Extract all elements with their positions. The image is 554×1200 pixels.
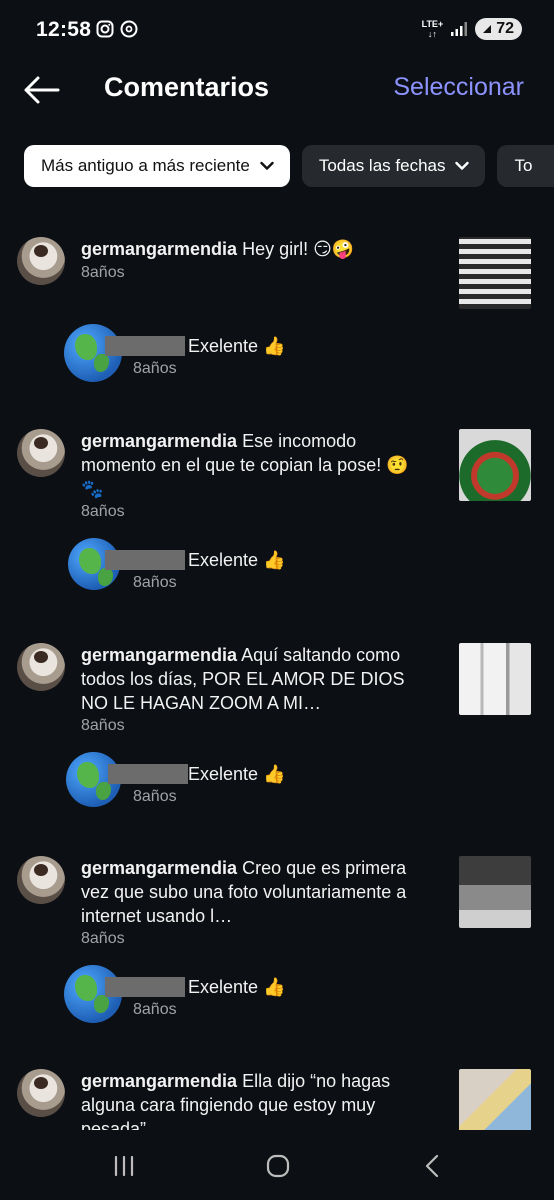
redacted-username [105,550,185,570]
page-title: Comentarios [104,72,270,102]
author-filter[interactable]: To [497,145,554,187]
comment-age: 8años [81,503,125,520]
back-arrow-icon[interactable] [22,74,60,106]
reply-text: Exelente 👍 [188,550,286,570]
comment-username[interactable]: germangarmendia [81,858,237,878]
avatar[interactable] [17,856,65,904]
avatar[interactable] [17,237,65,285]
reply-text: Exelente 👍 [188,764,286,784]
home-icon[interactable] [266,1154,290,1178]
reply-age: 8años [133,574,177,591]
comment-text: germangarmendia Aquí saltando como todos… [81,643,431,715]
post-thumbnail[interactable] [459,643,531,715]
threads-icon [120,20,138,38]
comment-age: 8años [81,930,125,947]
comment-username[interactable]: germangarmendia [81,645,237,665]
notification-icons [96,20,138,38]
app-header: Comentarios Seleccionar [0,60,554,120]
back-icon[interactable] [425,1154,439,1178]
reply-text: Exelente 👍 [188,977,286,997]
reply-age: 8años [133,1001,177,1018]
comment-username[interactable]: germangarmendia [81,1071,237,1091]
battery-level: 72 [496,20,514,37]
status-time: 12:58 [36,18,92,41]
sort-order-label: Más antiguo a más reciente [41,156,250,175]
system-icons: LTE+ ↓↑ 72 [422,18,522,40]
signal-icon [451,22,468,36]
comment-item[interactable]: germangarmendia Ella dijo “no hagas algu… [0,1069,554,1130]
instagram-icon [96,20,114,38]
post-thumbnail[interactable] [459,237,531,309]
comment-text: germangarmendia Ella dijo “no hagas algu… [81,1069,431,1130]
redacted-username [108,764,188,784]
reply-text: Exelente 👍 [188,336,286,356]
comment-text: germangarmendia Creo que es primera vez … [81,856,431,928]
author-filter-label: To [514,156,533,175]
chevron-down-icon [260,161,274,170]
avatar[interactable] [17,429,65,477]
chevron-down-icon [455,161,470,170]
comment-age: 8años [81,264,125,281]
redacted-username [105,336,185,356]
reply-age: 8años [133,788,177,805]
avatar[interactable] [17,643,65,691]
network-indicator: LTE+ ↓↑ [421,19,444,39]
battery-indicator: 72 [475,18,522,40]
date-filter[interactable]: Todas las fechas [301,145,486,187]
comment-username[interactable]: germangarmendia [81,239,237,259]
recent-apps-icon[interactable] [113,1156,135,1176]
post-thumbnail[interactable] [459,856,531,928]
comment-body: Hey girl! 😏🤪 [242,239,355,259]
battery-saver-icon [483,25,492,33]
comment-text: germangarmendia Ese incomodo momento en … [81,429,431,501]
comment-age: 8años [81,717,125,734]
comment-username[interactable]: germangarmendia [81,431,237,451]
redacted-username [105,977,185,997]
comment-text: germangarmendia Hey girl! 😏🤪 [81,237,431,261]
system-nav-bar [0,1130,554,1200]
post-thumbnail[interactable] [459,1069,531,1130]
post-thumbnail[interactable] [459,429,531,501]
filter-bar: Más antiguo a más reciente Todas las fec… [24,145,554,187]
date-filter-label: Todas las fechas [318,156,446,175]
status-bar: 12:58 LTE+ ↓↑ 72 [0,0,554,60]
select-button[interactable]: Seleccionar [393,73,524,102]
sort-order-filter[interactable]: Más antiguo a más reciente [24,145,290,187]
reply-age: 8años [133,360,177,377]
avatar[interactable] [17,1069,65,1117]
